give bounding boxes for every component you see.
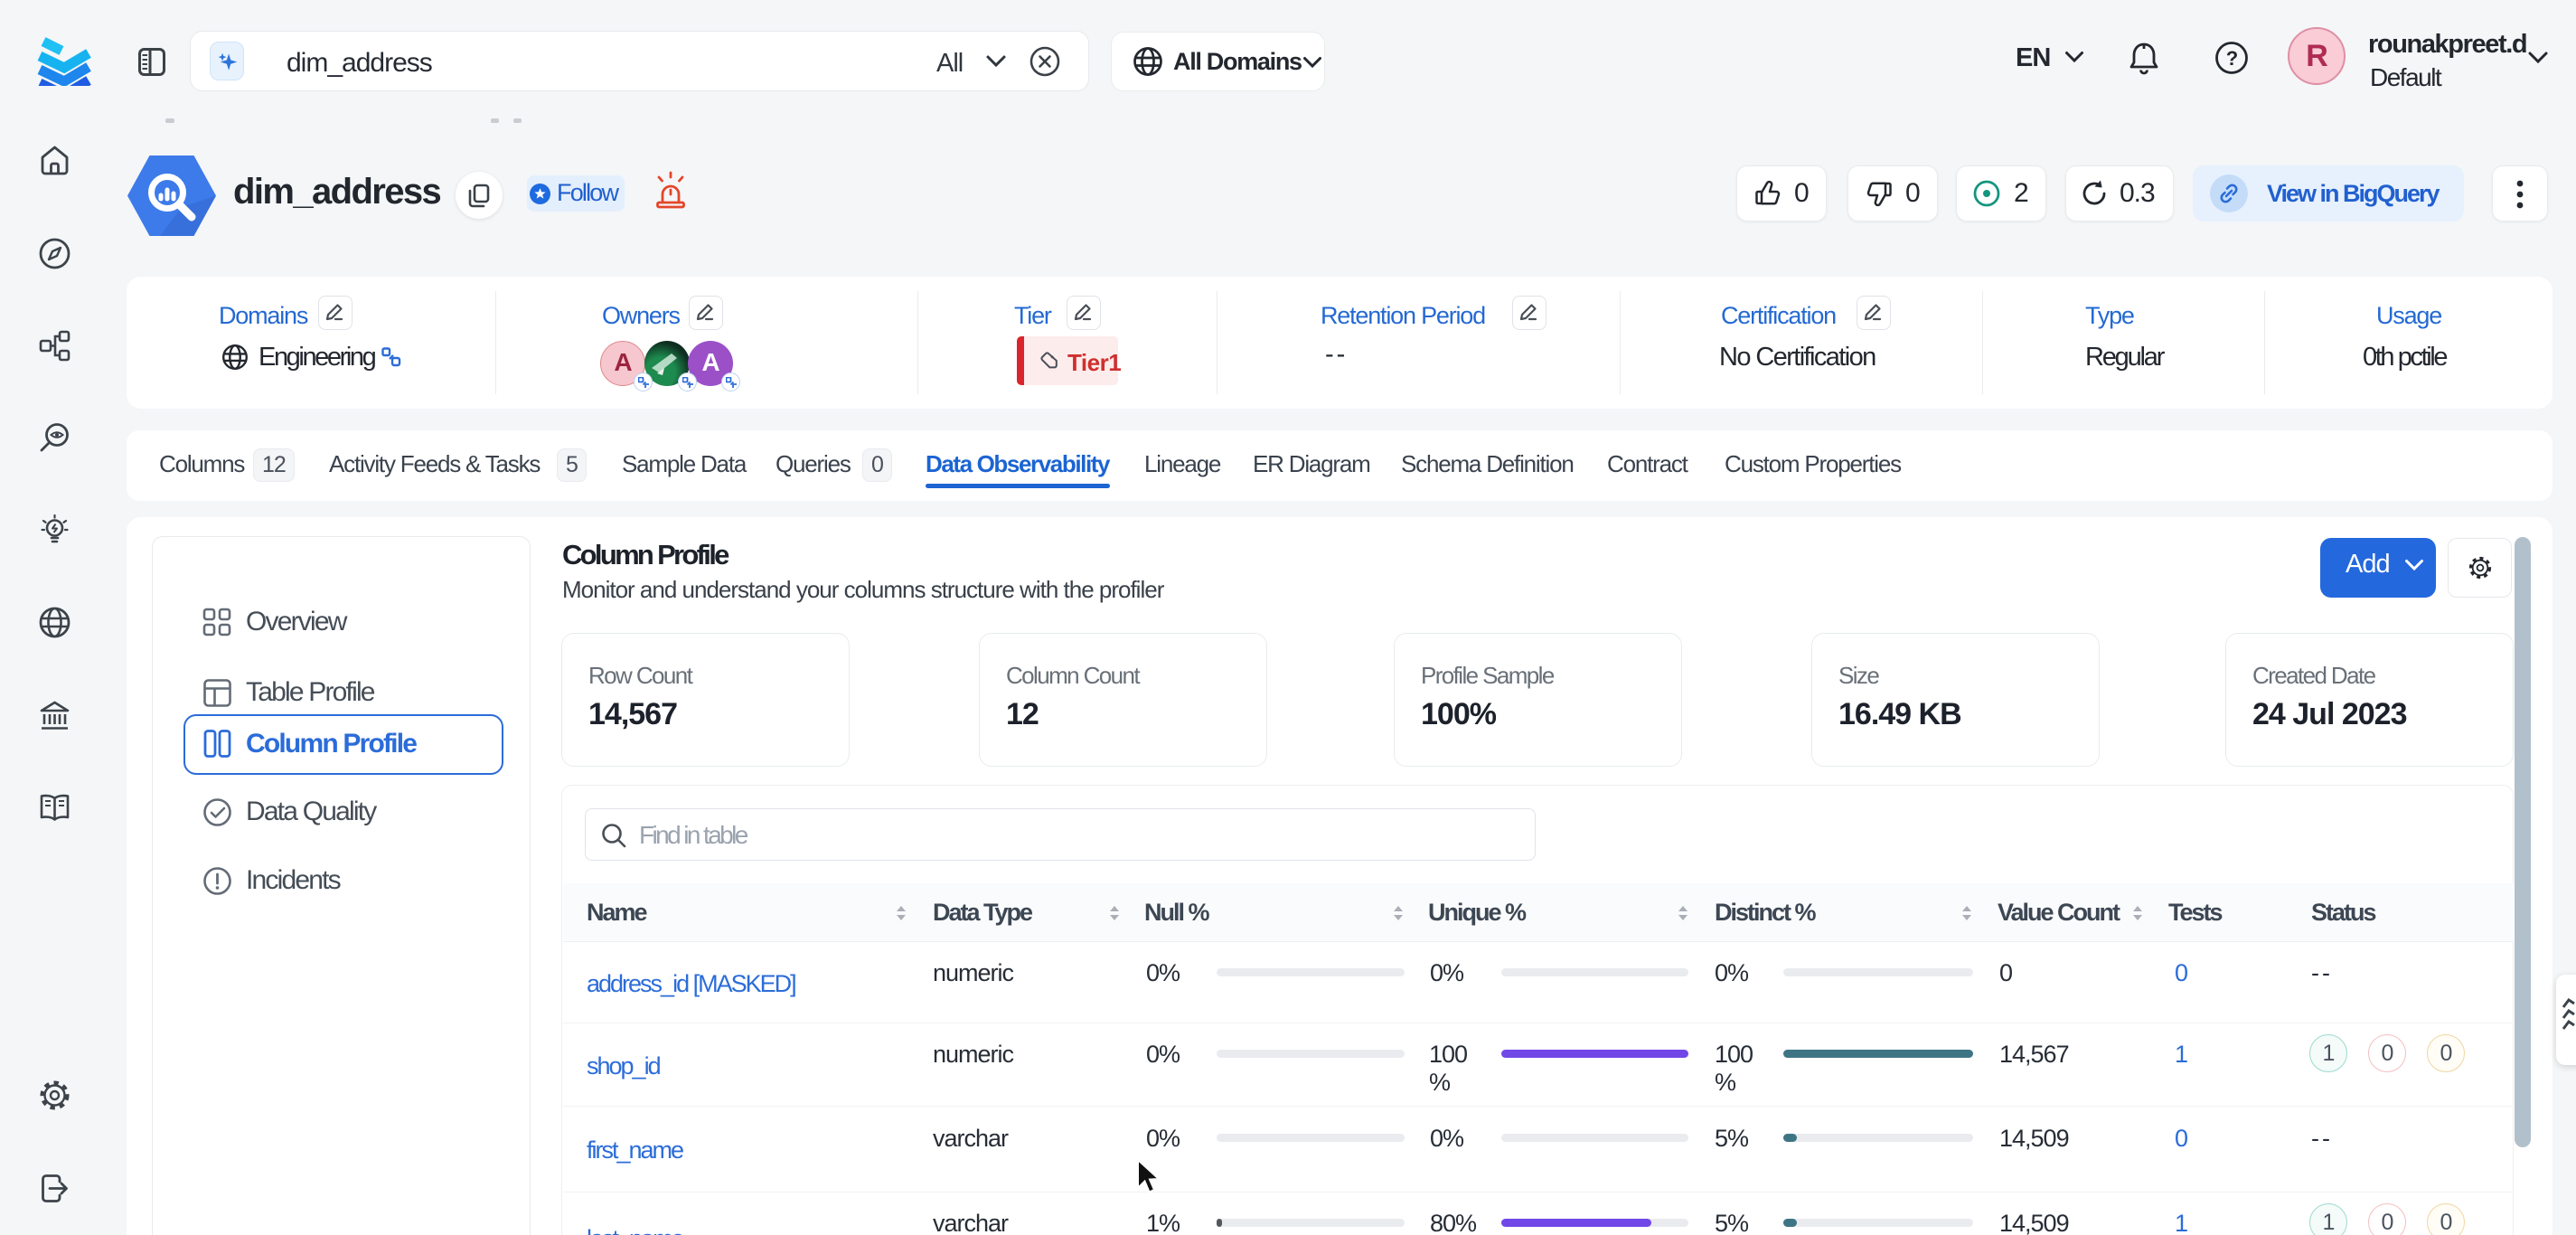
svg-text:?: ?: [2226, 47, 2238, 70]
